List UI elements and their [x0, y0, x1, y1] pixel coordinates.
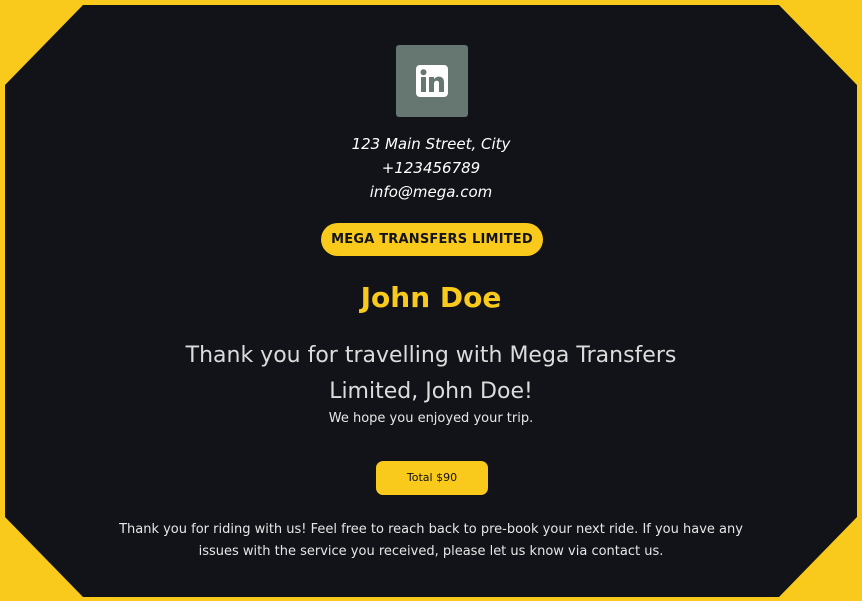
trip-message: We hope you enjoyed your trip.	[328, 411, 534, 426]
thank-you-heading: Thank you for travelling with Mega Trans…	[185, 343, 677, 404]
company-name-badge: MEGA TRANSFERS LIMITED	[321, 223, 543, 256]
footer-message: Thank you for riding with us! Feel free …	[119, 522, 743, 559]
contact-address: 123 Main Street, City	[351, 135, 511, 153]
contact-phone: +123456789	[381, 159, 481, 177]
linkedin-logo[interactable]	[396, 45, 468, 117]
linkedin-icon	[416, 65, 448, 97]
customer-name: John Doe	[360, 281, 502, 314]
contact-email: info@mega.com	[369, 183, 493, 201]
email-content: 123 Main Street, City +123456789 info@me…	[0, 0, 862, 601]
total-button[interactable]: Total $90	[376, 461, 488, 495]
